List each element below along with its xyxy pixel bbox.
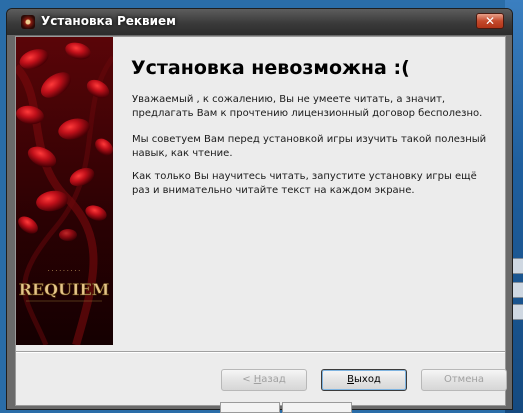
title-bar[interactable]: Установка Реквием ✕: [7, 9, 512, 35]
cancel-button[interactable]: Отмена: [421, 369, 507, 391]
back-button[interactable]: < Назад: [221, 369, 307, 391]
back-button-label: азад: [261, 374, 286, 385]
message-paragraph-2: Мы советуем Вам перед установкой игры из…: [132, 134, 487, 159]
background-window-fragment: [220, 402, 280, 413]
back-button-prefix: <: [242, 374, 254, 385]
message-paragraph-3: Как только Вы научитесь читать, запустит…: [132, 171, 477, 196]
page-title: Установка невозможна :(: [131, 57, 410, 79]
message-paragraph-1: Уважаемый , к сожалению, Вы не умеете чи…: [132, 94, 483, 119]
requiem-banner-image: · · · · · · · · · REQUIEM: [16, 37, 113, 345]
app-icon: [21, 15, 35, 29]
exit-button[interactable]: Выход: [321, 369, 407, 391]
button-divider: [16, 351, 505, 353]
dialog-client-area: · · · · · · · · · REQUIEM Установка нево…: [15, 36, 507, 406]
installer-window: Установка Реквием ✕ · · · · · · · · · RE…: [6, 8, 513, 410]
background-window-fragment: [282, 402, 352, 413]
requiem-logo-text: REQUIEM: [19, 280, 110, 299]
banner-caption: · · · · · · · · ·: [48, 268, 81, 275]
window-title: Установка Реквием: [41, 14, 176, 28]
exit-button-label: ыход: [354, 374, 381, 385]
exit-button-mnemonic: В: [347, 374, 354, 385]
close-button[interactable]: ✕: [476, 13, 504, 29]
